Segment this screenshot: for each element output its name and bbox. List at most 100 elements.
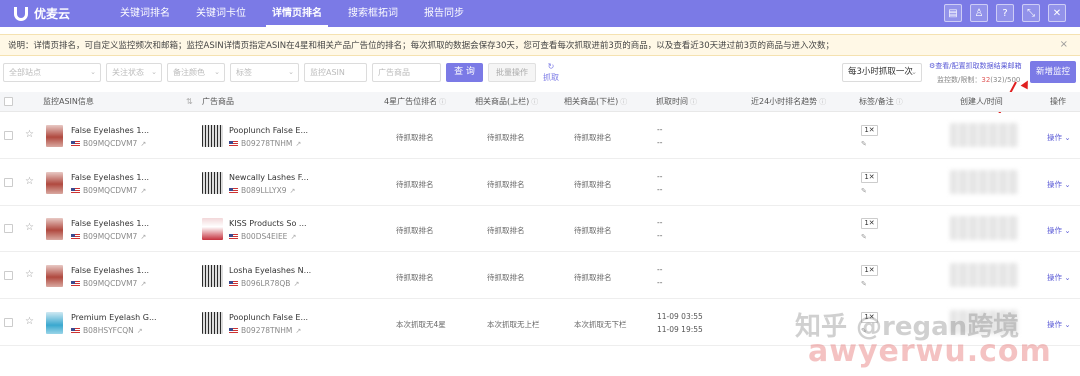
- batch-operation-button[interactable]: 批量操作: [488, 63, 536, 82]
- ad-product-title[interactable]: Pooplunch False E...: [229, 313, 308, 322]
- edit-remark-icon[interactable]: ✎: [861, 187, 867, 195]
- user-icon[interactable]: ♙: [970, 4, 988, 22]
- ad-product-asin[interactable]: B09278TNHM ↗: [229, 326, 301, 335]
- operation-menu[interactable]: 操作 ⌄: [1047, 319, 1071, 330]
- operation-menu[interactable]: 操作 ⌄: [1047, 179, 1071, 190]
- ad-product-asin[interactable]: B089LLLYX9 ↗: [229, 186, 295, 195]
- ad-product-image[interactable]: [202, 218, 223, 240]
- star-icon[interactable]: ☆: [25, 269, 34, 280]
- refresh-fetch-button[interactable]: ↻ 抓取: [541, 61, 561, 83]
- external-link-icon[interactable]: ↗: [137, 327, 143, 335]
- nav-detail-rank[interactable]: 详情页排名: [266, 0, 328, 27]
- row-checkbox[interactable]: [4, 178, 13, 187]
- header-monitor-asin[interactable]: 监控ASIN信息: [43, 92, 94, 112]
- monitor-asin[interactable]: B09MQCDVM7 ↗: [71, 232, 146, 241]
- ad-product-image[interactable]: [202, 125, 223, 147]
- site-select[interactable]: 全部站点 ⌄: [3, 63, 101, 82]
- help-icon[interactable]: ⓘ: [896, 98, 903, 106]
- row-checkbox[interactable]: [4, 224, 13, 233]
- nav-keyword-rank[interactable]: 关键词排名: [114, 0, 176, 27]
- operation-menu[interactable]: 操作 ⌄: [1047, 225, 1071, 236]
- external-link-icon[interactable]: ↗: [290, 233, 296, 241]
- monitor-asin-input[interactable]: 监控ASIN: [304, 63, 367, 82]
- product-image[interactable]: [46, 312, 63, 334]
- help-icon[interactable]: ⓘ: [690, 98, 697, 106]
- operation-menu[interactable]: 操作 ⌄: [1047, 272, 1071, 283]
- external-link-icon[interactable]: ↗: [140, 187, 146, 195]
- brand-logo[interactable]: 优麦云: [14, 5, 100, 22]
- external-link-icon[interactable]: ↗: [295, 140, 301, 148]
- row-checkbox[interactable]: [4, 318, 13, 327]
- ad-product-title[interactable]: Pooplunch False E...: [229, 126, 308, 135]
- external-link-icon[interactable]: ↗: [290, 187, 296, 195]
- help-icon[interactable]: ⓘ: [439, 98, 446, 106]
- help-icon[interactable]: ⓘ: [531, 98, 538, 106]
- star-icon[interactable]: ☆: [25, 222, 34, 233]
- product-image[interactable]: [46, 172, 63, 194]
- row-checkbox[interactable]: [4, 131, 13, 140]
- external-link-icon[interactable]: ↗: [140, 140, 146, 148]
- edit-remark-icon[interactable]: ✎: [861, 233, 867, 241]
- ad-product-asin[interactable]: B00DS4EIEE ↗: [229, 232, 296, 241]
- ad-product-image[interactable]: [202, 265, 223, 287]
- close-icon[interactable]: ✕: [1048, 4, 1066, 22]
- remark-color-select[interactable]: 备注颜色 ⌄: [167, 63, 225, 82]
- help-icon[interactable]: ?: [996, 4, 1014, 22]
- nav-report-sync[interactable]: 报告同步: [418, 0, 470, 27]
- product-image[interactable]: [46, 265, 63, 287]
- nav-keyword-slot[interactable]: 关键词卡位: [190, 0, 252, 27]
- ad-product-title[interactable]: KISS Products So ...: [229, 219, 307, 228]
- star-icon[interactable]: ☆: [25, 176, 34, 187]
- monitor-asin[interactable]: B09MQCDVM7 ↗: [71, 139, 146, 148]
- tag-badge[interactable]: 1✕: [861, 125, 878, 136]
- help-icon[interactable]: ⓘ: [620, 98, 627, 106]
- ad-product-title[interactable]: Losha Eyelashes N...: [229, 266, 311, 275]
- external-link-icon[interactable]: ↗: [140, 233, 146, 241]
- frequency-select[interactable]: 每3小时抓取一次 ⌄: [842, 63, 922, 82]
- edit-remark-icon[interactable]: ✎: [861, 280, 867, 288]
- external-link-icon[interactable]: ↗: [140, 280, 146, 288]
- sort-icon[interactable]: ⇅: [186, 92, 193, 112]
- star-icon[interactable]: ☆: [25, 316, 34, 327]
- star-icon[interactable]: ☆: [25, 129, 34, 140]
- monitor-title[interactable]: False Eyelashes 1...: [71, 126, 149, 135]
- tag-badge[interactable]: 1✕: [861, 172, 878, 183]
- monitor-asin[interactable]: B09MQCDVM7 ↗: [71, 186, 146, 195]
- config-email-link[interactable]: ⚙查看/配置抓取数据结果邮箱: [929, 61, 1022, 71]
- notice-close-icon[interactable]: ×: [1060, 39, 1068, 50]
- ad-product-title[interactable]: Newcally Lashes F...: [229, 173, 309, 182]
- edit-remark-icon[interactable]: ✎: [861, 140, 867, 148]
- tag-remove-icon[interactable]: ✕: [869, 126, 875, 134]
- ad-product-image[interactable]: [202, 172, 223, 194]
- tag-remove-icon[interactable]: ✕: [869, 266, 875, 274]
- ad-product-asin[interactable]: B096LR78QB ↗: [229, 279, 299, 288]
- product-image[interactable]: [46, 125, 63, 147]
- external-link-icon[interactable]: ↗: [295, 327, 301, 335]
- tag-remove-icon[interactable]: ✕: [869, 219, 875, 227]
- product-image[interactable]: [46, 218, 63, 240]
- follow-status-select[interactable]: 关注状态 ⌄: [106, 63, 162, 82]
- monitor-title[interactable]: Premium Eyelash G...: [71, 313, 157, 322]
- query-button[interactable]: 查 询: [446, 63, 483, 82]
- tag-badge[interactable]: 1✕: [861, 218, 878, 229]
- monitor-title[interactable]: False Eyelashes 1...: [71, 266, 149, 275]
- nav-search-expand[interactable]: 搜索框拓词: [342, 0, 404, 27]
- select-all-checkbox[interactable]: [4, 97, 13, 106]
- tag-remove-icon[interactable]: ✕: [869, 173, 875, 181]
- monitor-asin[interactable]: B09MQCDVM7 ↗: [71, 279, 146, 288]
- external-link-icon[interactable]: ↗: [293, 280, 299, 288]
- tag-select[interactable]: 标签 ⌄: [230, 63, 299, 82]
- doc-icon[interactable]: ▤: [944, 4, 962, 22]
- ad-product-image[interactable]: [202, 312, 223, 334]
- ad-product-input[interactable]: 广告商品: [372, 63, 441, 82]
- monitor-asin[interactable]: B08HSYFCQN ↗: [71, 326, 143, 335]
- help-icon[interactable]: ⓘ: [819, 98, 826, 106]
- row-checkbox[interactable]: [4, 271, 13, 280]
- tag-badge[interactable]: 1✕: [861, 265, 878, 276]
- monitor-title[interactable]: False Eyelashes 1...: [71, 219, 149, 228]
- operation-menu[interactable]: 操作 ⌄: [1047, 132, 1071, 143]
- add-monitor-button[interactable]: 新增监控: [1030, 61, 1076, 83]
- ad-product-asin[interactable]: B09278TNHM ↗: [229, 139, 301, 148]
- collapse-icon[interactable]: ⤡: [1022, 4, 1040, 22]
- monitor-title[interactable]: False Eyelashes 1...: [71, 173, 149, 182]
